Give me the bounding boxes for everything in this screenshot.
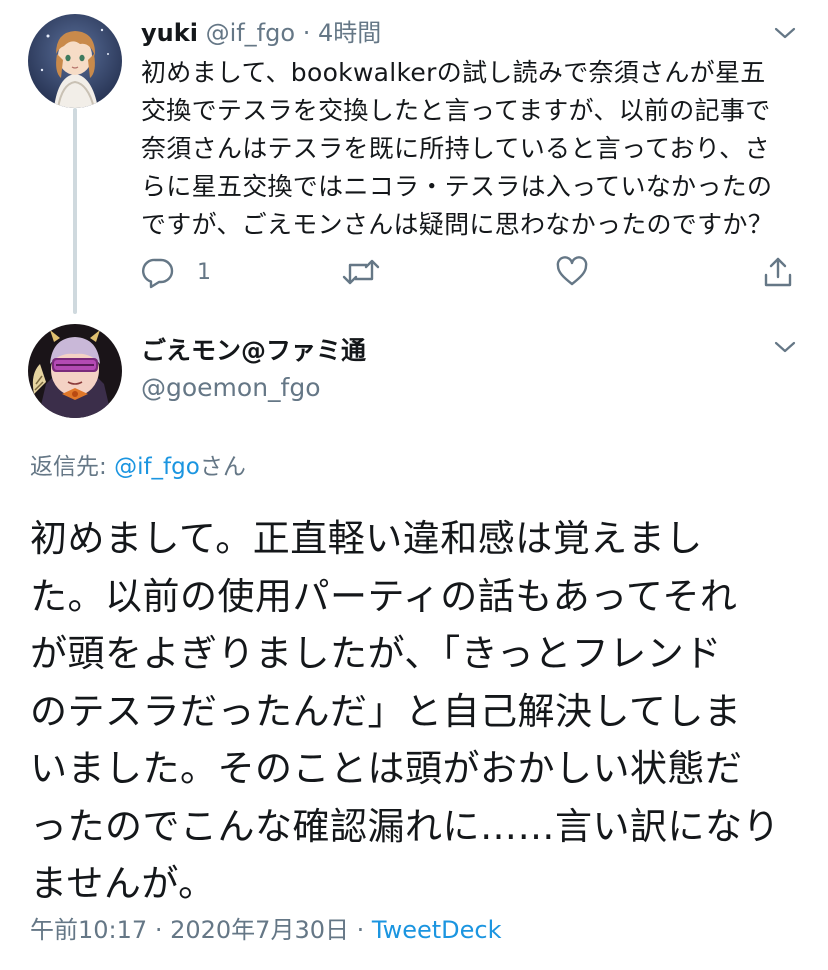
reply-count: 1 [197,259,211,285]
replying-to-suffix: さん [199,454,246,480]
retweet-button[interactable] [341,252,381,292]
parent-tweet-header: yuki @if_fgo · 4時間 [141,16,381,50]
avatar[interactable] [28,324,122,418]
footer-separator: · [356,916,365,944]
parent-timestamp[interactable]: 4時間 [318,19,381,47]
tweet-thread: yuki @if_fgo · 4時間 初めまして、bookwalkerの試し読み… [0,0,828,970]
main-tweet-text: 初めまして。正直軽い違和感は覚えまし た。以前の使用パーティの話もあってそれ が… [30,517,780,905]
tweet-source-link[interactable]: TweetDeck [372,916,502,944]
like-button[interactable] [555,252,589,292]
parent-tweet-text: 初めまして、bookwalkerの試し読みで奈須さんが星五 交換でテスラを交換し… [141,58,774,239]
chevron-down-icon[interactable] [773,335,797,359]
header-separator: · [302,19,311,47]
tweet-footer: 午前10:17 · 2020年7月30日 · TweetDeck [30,912,502,948]
avatar[interactable] [28,14,122,108]
thread-connector-line [73,108,77,314]
chevron-down-icon[interactable] [773,21,797,45]
reply-icon [141,255,175,289]
avatar-goemon-image [28,324,122,418]
like-icon [555,255,589,289]
retweet-icon [341,255,381,289]
share-icon [761,255,795,289]
parent-display-name[interactable]: yuki [141,19,198,47]
share-button[interactable] [761,252,795,292]
parent-handle[interactable]: @if_fgo [206,19,295,47]
main-handle[interactable]: @goemon_fgo [141,370,321,406]
footer-separator: · [154,916,163,944]
tweet-time[interactable]: 午前10:17 [30,916,147,944]
tweet-date[interactable]: 2020年7月30日 [170,916,349,944]
main-display-name[interactable]: ごえモン@ファミ通 [141,333,366,369]
replying-to: 返信先: @if_fgoさん [30,450,246,484]
reply-mention-link[interactable]: @if_fgo [114,454,200,480]
replying-to-prefix: 返信先: [30,454,115,480]
avatar-yuki-image [28,14,122,108]
reply-button[interactable]: 1 [141,252,211,292]
tweet-actions: 1 [141,252,801,292]
